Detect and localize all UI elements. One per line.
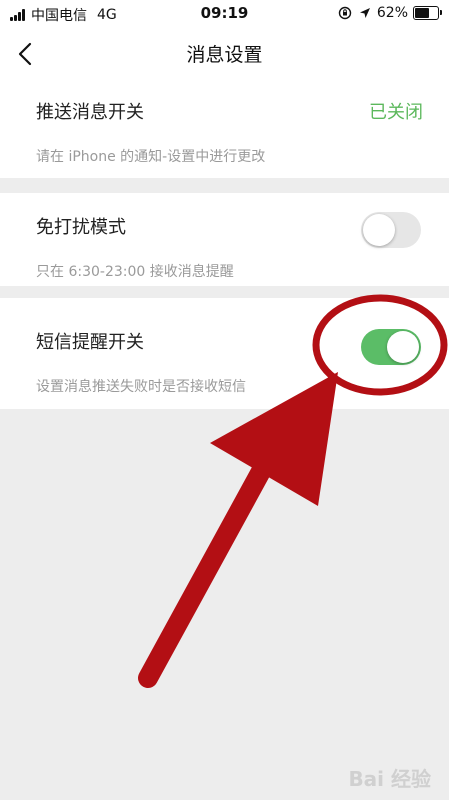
battery-percent: 62% [376,5,408,21]
toggle-knob [387,331,419,363]
sms-settings-section: 短信提醒开关 设置消息推送失败时是否接收短信 [0,298,449,409]
push-description: 请在 iPhone 的通知-设置中进行更改 [36,149,266,165]
status-right: 62% [338,5,442,21]
dnd-settings-section: 免打扰模式 只在 6:30-23:00 接收消息提醒 [0,193,449,286]
push-settings-section: 推送消息开关 已关闭 请在 iPhone 的通知-设置中进行更改 [0,86,449,178]
sms-toggle[interactable] [361,329,421,365]
dnd-description: 只在 6:30-23:00 接收消息提醒 [36,264,234,280]
watermark: Bai 经验 [348,767,431,791]
sms-title: 短信提醒开关 [36,332,144,353]
sms-description: 设置消息推送失败时是否接收短信 [36,379,246,395]
battery-icon [413,6,442,20]
pointer-arrow [138,372,338,688]
lock-rotation-icon [338,6,352,20]
battery-fill [415,8,429,18]
push-status[interactable]: 已关闭 [369,98,423,124]
dnd-title: 免打扰模式 [36,217,126,238]
status-bar: 中国电信 4G 09:19 62% [0,0,449,26]
location-arrow-icon [359,8,370,18]
page-title: 消息设置 [186,44,263,66]
push-title: 推送消息开关 [36,102,144,123]
toggle-knob [363,214,395,246]
nav-bar: 消息设置 [0,26,449,86]
dnd-toggle[interactable] [361,212,421,248]
